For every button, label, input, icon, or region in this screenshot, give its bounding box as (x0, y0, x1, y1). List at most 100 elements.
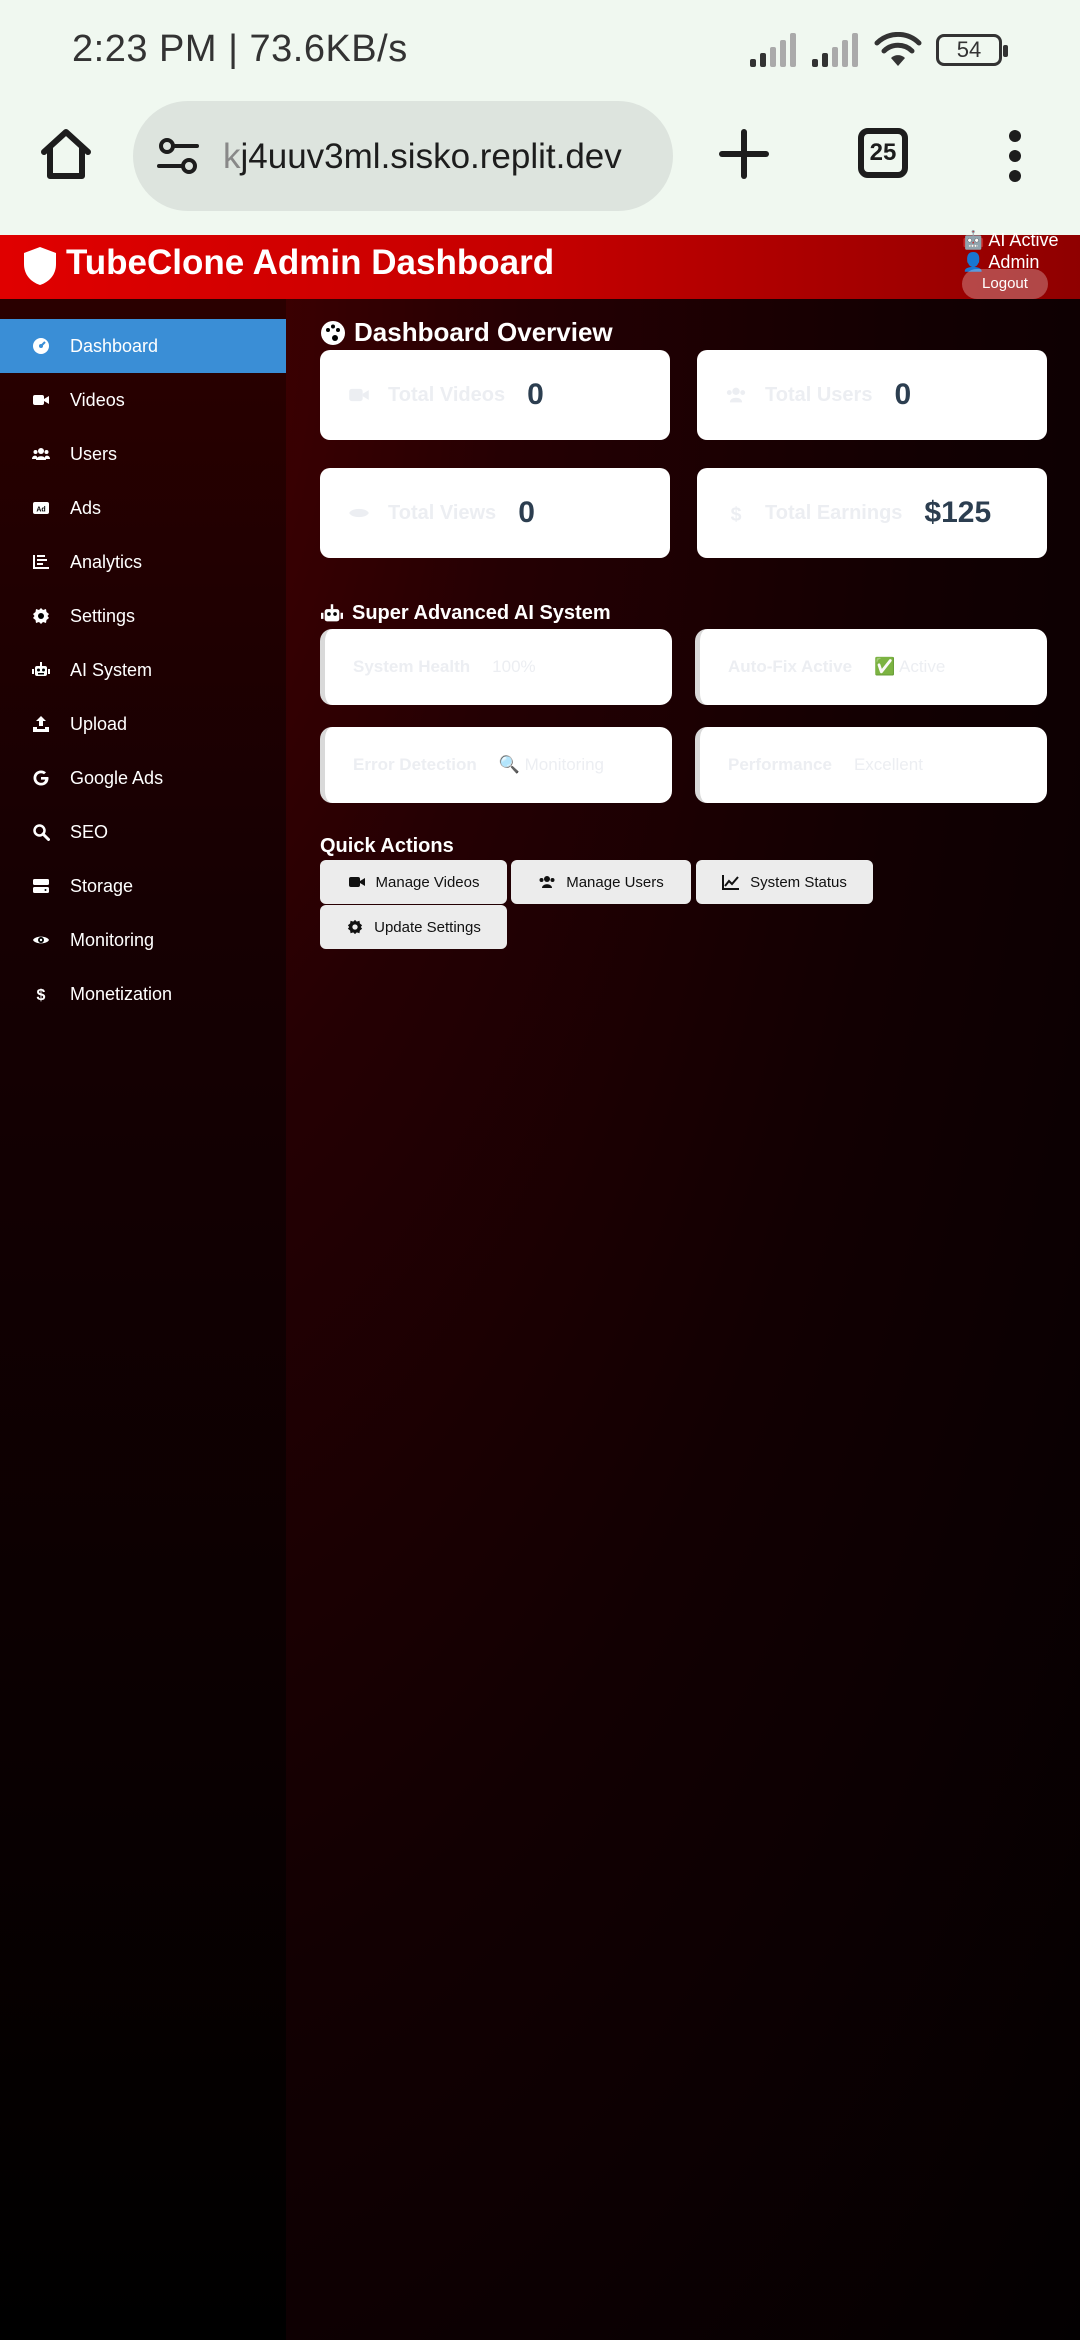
dollar-icon: $ (30, 983, 52, 1005)
manage-users-button[interactable]: Manage Users (511, 860, 691, 904)
sidebar-item-analytics[interactable]: Analytics (0, 535, 286, 589)
users-icon (725, 384, 747, 406)
users-icon (30, 443, 52, 465)
stat-card-total-videos: Total Videos 0 (320, 350, 670, 440)
gear-icon (348, 919, 363, 935)
home-icon[interactable] (36, 124, 96, 184)
sidebar-item-google-ads[interactable]: Google Ads (0, 751, 286, 805)
manage-videos-button[interactable]: Manage Videos (320, 860, 507, 904)
sidebar-item-label: Monetization (70, 983, 173, 1004)
sidebar-item-label: Settings (70, 605, 136, 626)
sidebar-item-label: Monitoring (70, 929, 155, 950)
more-menu-icon[interactable] (1000, 128, 1030, 184)
eye-icon (348, 502, 370, 524)
gear-icon (30, 605, 52, 627)
video-camera-icon (348, 384, 370, 406)
video-camera-icon (348, 877, 365, 887)
ai-card-performance: Performance Excellent (695, 727, 1047, 803)
stat-label: Total Views (388, 501, 497, 524)
new-tab-icon[interactable] (716, 126, 772, 182)
ad-icon: Ad (30, 497, 52, 519)
sidebar-item-seo[interactable]: SEO (0, 805, 286, 859)
ai-card-label: Performance (728, 755, 832, 774)
sidebar-item-ai-system[interactable]: AI System (0, 643, 286, 697)
tachometer-icon (30, 335, 52, 357)
app-header: TubeClone Admin Dashboard 🤖 AI Active 👤 … (0, 230, 1080, 299)
eye-icon (30, 929, 52, 951)
url-faded: k (223, 137, 241, 176)
system-status-button[interactable]: System Status (696, 860, 873, 904)
ai-card-system-health: System Health 100% (320, 629, 672, 705)
palette-icon (321, 320, 345, 345)
search-icon (30, 821, 52, 843)
sidebar-item-label: Storage (70, 875, 134, 896)
sidebar-item-label: Users (70, 443, 118, 464)
sidebar-item-label: Ads (70, 497, 102, 518)
overview-title: Dashboard Overview (320, 317, 613, 348)
ai-card-label: System Health (353, 657, 471, 676)
status-bar: 2:23 PM | 73.6KB/s 54 (0, 0, 1080, 100)
dollar-icon: $ (725, 502, 747, 525)
video-camera-icon (30, 389, 52, 411)
stat-card-total-views: Total Views 0 (320, 468, 670, 558)
ai-card-value: Excellent (853, 755, 923, 774)
wifi-icon (874, 32, 922, 66)
svg-text:$: $ (731, 503, 742, 524)
sidebar-item-monitoring[interactable]: Monitoring (0, 913, 286, 967)
ai-card-error-detection: Error Detection 🔍 Monitoring (320, 727, 672, 803)
sidebar-item-settings[interactable]: Settings (0, 589, 286, 643)
ai-card-value: 100% (492, 657, 536, 676)
sidebar-item-storage[interactable]: Storage (0, 859, 286, 913)
sidebar-item-dashboard[interactable]: Dashboard (0, 319, 286, 373)
stat-value: 0 (527, 378, 544, 411)
sidebar-item-monetization[interactable]: $ Monetization (0, 967, 286, 1021)
tab-switcher-button[interactable]: 25 (858, 128, 908, 178)
sidebar: Dashboard Videos Users Ad Ads Analytics … (0, 299, 286, 2340)
stat-label: Total Earnings (765, 501, 903, 524)
sidebar-item-label: Videos (70, 389, 125, 410)
robot-icon (321, 603, 343, 621)
app-title: TubeClone Admin Dashboard (66, 243, 555, 282)
site-settings-icon[interactable] (155, 134, 201, 180)
logout-button[interactable]: Logout (962, 269, 1048, 299)
stat-value: 0 (894, 378, 912, 411)
robot-icon (30, 659, 52, 681)
sidebar-item-upload[interactable]: Upload (0, 697, 286, 751)
sidebar-item-label: Dashboard (70, 335, 159, 356)
sidebar-item-videos[interactable]: Videos (0, 373, 286, 427)
sidebar-item-label: Upload (70, 713, 128, 734)
ai-card-value: 🔍 Monitoring (498, 755, 605, 774)
ai-card-value: ✅ Active (874, 657, 946, 676)
svg-text:$: $ (37, 987, 46, 1003)
ai-card-auto-fix: Auto-Fix Active ✅ Active (695, 629, 1047, 705)
stat-card-total-earnings: $ Total Earnings $125 (697, 468, 1047, 558)
sidebar-item-label: AI System (70, 659, 153, 680)
signal-icon (812, 33, 858, 67)
status-icons: 54 (750, 30, 1008, 70)
sidebar-item-users[interactable]: Users (0, 427, 286, 481)
stat-card-total-users: Total Users 0 (697, 350, 1047, 440)
url-main: j4uuv3ml.sisko.replit.dev (240, 137, 622, 176)
users-icon (539, 876, 555, 888)
sidebar-item-ads[interactable]: Ad Ads (0, 481, 286, 535)
stat-value: $125 (924, 496, 992, 529)
quick-actions-title: Quick Actions (320, 835, 454, 857)
chart-bar-icon (30, 551, 52, 573)
url-text[interactable]: kj4uuv3ml.sisko.replit.dev (223, 137, 663, 177)
battery-icon: 54 (936, 34, 1008, 66)
signal-icon (750, 33, 796, 67)
shield-icon (24, 247, 56, 285)
browser-toolbar: kj4uuv3ml.sisko.replit.dev 25 (0, 100, 1080, 235)
sidebar-item-label: SEO (70, 821, 109, 842)
status-time: 2:23 PM | 73.6KB/s (72, 28, 408, 70)
sidebar-item-label: Analytics (70, 551, 143, 572)
header-user-info: 🤖 AI Active 👤 Admin (962, 229, 1058, 273)
hdd-icon (30, 875, 52, 897)
ai-card-label: Error Detection (353, 755, 477, 774)
stat-label: Total Videos (388, 383, 506, 406)
ai-status: 🤖 AI Active (962, 230, 1059, 250)
line-chart-icon (722, 875, 740, 890)
address-bar[interactable]: kj4uuv3ml.sisko.replit.dev (133, 101, 673, 211)
update-settings-button[interactable]: Update Settings (320, 905, 507, 949)
ai-system-title: Super Advanced AI System (320, 602, 611, 625)
